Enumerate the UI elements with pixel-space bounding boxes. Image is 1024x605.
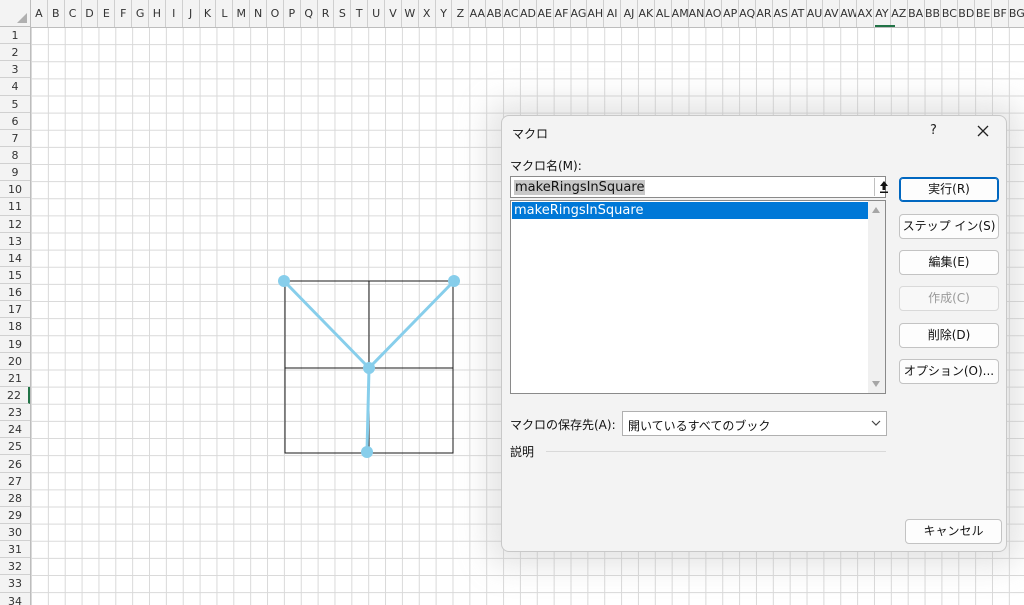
macro-location-value: 開いているすべてのブック [628, 419, 771, 433]
list-item[interactable]: makeRingsInSquare [512, 202, 868, 219]
connector-left[interactable] [282, 279, 371, 370]
options-button[interactable]: オプション(O)... [899, 359, 999, 384]
description-divider [546, 451, 886, 452]
node-center[interactable] [363, 362, 375, 374]
help-button[interactable]: ? [930, 123, 937, 138]
list-scrollbar[interactable] [868, 201, 885, 393]
macro-location-select[interactable]: 開いているすべてのブック [622, 411, 887, 436]
macro-dialog: マクロ ? マクロ名(M): makeRingsInSquare makeRin… [501, 115, 1007, 552]
create-button: 作成(C) [899, 286, 999, 311]
macro-name-label: マクロ名(M): [510, 159, 582, 173]
macro-name-input[interactable]: makeRingsInSquare [510, 176, 888, 198]
edit-button[interactable]: 編集(E) [899, 250, 999, 275]
run-button[interactable]: 実行(R) [899, 177, 999, 202]
connector-right[interactable] [367, 279, 456, 370]
node-top-right[interactable] [448, 275, 460, 287]
scroll-up-icon[interactable] [872, 207, 880, 213]
delete-button[interactable]: 削除(D) [899, 323, 999, 348]
chevron-down-icon [871, 420, 881, 426]
description-label: 説明 [510, 445, 535, 459]
scroll-down-icon[interactable] [872, 381, 880, 387]
dialog-title: マクロ [512, 127, 549, 141]
macro-name-value: makeRingsInSquare [514, 180, 646, 195]
node-bottom[interactable] [361, 446, 373, 458]
step-in-button[interactable]: ステップ イン(S) [899, 214, 999, 239]
macro-location-label: マクロの保存先(A): [510, 418, 616, 432]
node-top-left[interactable] [278, 275, 290, 287]
close-icon[interactable] [972, 120, 994, 142]
upload-arrow-icon[interactable] [874, 178, 893, 196]
macro-list[interactable]: makeRingsInSquare [510, 200, 886, 394]
connector-bottom[interactable] [365, 367, 371, 453]
cancel-button[interactable]: キャンセル [905, 519, 1002, 544]
